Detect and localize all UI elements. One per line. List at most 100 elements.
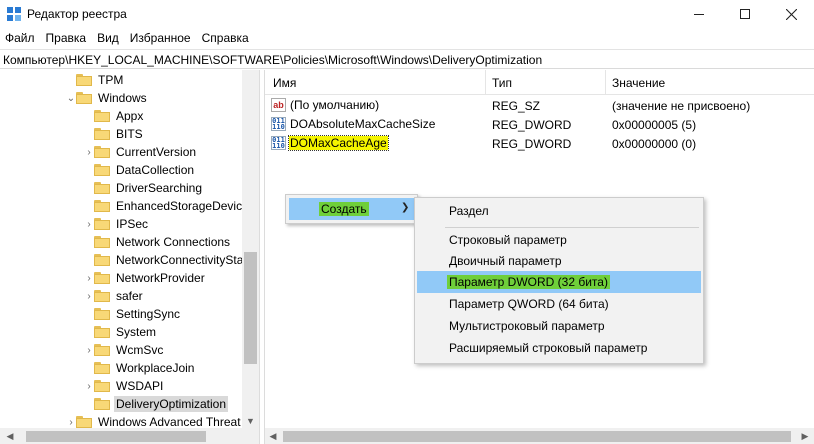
address-bar[interactable]: Компьютер\HKEY_LOCAL_MACHINE\SOFTWARE\Po… — [0, 49, 814, 69]
tree-item-label: DataCollection — [116, 163, 195, 177]
context-menu-create[interactable]: Создать ❯ — [289, 198, 414, 220]
tree-item-label: safer — [116, 289, 143, 303]
menu-view[interactable]: Вид — [92, 29, 125, 48]
scroll-left-arrow-icon[interactable]: ◀ — [4, 429, 16, 443]
submenu-item-expandable-string-value[interactable]: Расширяемый строковый параметр — [417, 337, 701, 359]
menu-edit[interactable]: Правка — [41, 29, 93, 48]
folder-icon — [76, 92, 92, 104]
tree-item-appx[interactable]: Appx — [84, 107, 145, 125]
close-button[interactable] — [768, 0, 814, 28]
folder-icon — [94, 110, 110, 122]
tree-item-label: CurrentVersion — [116, 145, 197, 159]
value-type: REG_DWORD — [492, 137, 572, 151]
value-name: DOMaxCacheAge — [288, 135, 389, 151]
tree-item-label: System — [116, 325, 157, 339]
tree-item-label: EnhancedStorageDevice — [116, 199, 249, 213]
submenu-item-qword-value[interactable]: Параметр QWORD (64 бита) — [417, 293, 701, 315]
folder-icon — [94, 272, 110, 284]
submenu-item-binary-value[interactable]: Двоичный параметр — [417, 250, 701, 272]
tree-item-networkconnectivitystatus[interactable]: NetworkConnectivitySta — [84, 251, 245, 269]
menu-favorites[interactable]: Избранное — [125, 29, 197, 48]
folder-icon — [94, 362, 110, 374]
tree-item-label: NetworkProvider — [116, 271, 205, 285]
tree-item-currentversion[interactable]: › CurrentVersion — [84, 143, 198, 161]
tree-item-tpm[interactable]: TPM — [66, 71, 125, 89]
value-data: (значение не присвоено) — [612, 99, 751, 113]
menu-bar: Файл Правка Вид Избранное Справка — [0, 29, 255, 48]
menu-help[interactable]: Справка — [197, 29, 255, 48]
scroll-down-arrow-icon[interactable]: ▼ — [244, 414, 257, 428]
folder-icon — [94, 164, 110, 176]
tree-horizontal-scroll-thumb[interactable] — [26, 431, 206, 442]
column-type-header[interactable]: Тип — [492, 76, 512, 90]
tree-item-network-connections[interactable]: Network Connections — [84, 233, 232, 251]
chevron-right-icon[interactable]: › — [84, 377, 94, 395]
tree-vertical-scroll-thumb[interactable] — [244, 252, 257, 364]
chevron-right-icon[interactable]: › — [84, 341, 94, 359]
folder-icon — [94, 218, 110, 230]
tree-item-label: SettingSync — [116, 307, 181, 321]
tree-item-system[interactable]: System — [84, 323, 158, 341]
tree-item-label: DriverSearching — [116, 181, 203, 195]
minimize-icon — [694, 13, 704, 15]
address-path[interactable]: Компьютер\HKEY_LOCAL_MACHINE\SOFTWARE\Po… — [3, 53, 542, 67]
tree-item-label: DeliveryOptimization — [114, 396, 229, 412]
menu-file[interactable]: Файл — [0, 29, 41, 48]
tree-item-label: BITS — [116, 127, 143, 141]
submenu-item-dword-value[interactable]: Параметр DWORD (32 бита) — [417, 271, 701, 293]
tree-item-workplacejoin[interactable]: WorkplaceJoin — [84, 359, 196, 377]
tree-item-datacollection[interactable]: DataCollection — [84, 161, 196, 179]
tree-item-deliveryoptimization[interactable]: DeliveryOptimization — [84, 395, 229, 413]
value-row-default[interactable]: ab (По умолчанию) REG_SZ (значение не пр… — [265, 96, 814, 115]
tree-item-wsdapi[interactable]: › WSDAPI — [84, 377, 165, 395]
chevron-right-icon[interactable]: › — [84, 215, 94, 233]
values-horizontal-scroll-thumb[interactable] — [283, 431, 791, 442]
value-row-domaxcacheage[interactable]: 011 110 DOMaxCacheAge REG_DWORD 0x0000000… — [265, 134, 814, 153]
tree-item-wcmsvc[interactable]: › WcmSvc — [84, 341, 165, 359]
tree-item-ipsec[interactable]: › IPSec — [84, 215, 150, 233]
column-name-header[interactable]: Имя — [273, 76, 296, 90]
folder-icon — [76, 74, 92, 86]
tree-item-settingsync[interactable]: SettingSync — [84, 305, 182, 323]
chevron-right-icon[interactable]: › — [84, 269, 94, 287]
submenu-item-string-value[interactable]: Строковый параметр — [417, 229, 701, 251]
tree-item-driversearching[interactable]: DriverSearching — [84, 179, 204, 197]
value-type: REG_DWORD — [492, 118, 572, 132]
title-bar[interactable]: Редактор реестра — [0, 0, 814, 28]
submenu-item-key[interactable]: Раздел — [417, 200, 701, 222]
chevron-right-icon[interactable]: › — [84, 143, 94, 161]
tree-item-label: WorkplaceJoin — [116, 361, 195, 375]
value-row-doabsolutemaxcachesize[interactable]: 011 110 DOAbsoluteMaxCacheSize REG_DWORD … — [265, 115, 814, 134]
tree-item-safer[interactable]: › safer — [84, 287, 145, 305]
tree-item-windows[interactable]: ⌄ Windows — [66, 89, 149, 107]
window-title: Редактор реестра — [27, 7, 127, 21]
tree-item-label: IPSec — [116, 217, 149, 231]
column-data-header[interactable]: Значение — [612, 76, 665, 90]
tree-item-label: Network Connections — [116, 235, 231, 249]
scroll-left-arrow-icon[interactable]: ◀ — [267, 429, 279, 443]
chevron-down-icon[interactable]: ⌄ — [66, 89, 76, 107]
tree-item-enhancedstoragedevices[interactable]: EnhancedStorageDevice — [84, 197, 251, 215]
minimize-button[interactable] — [676, 0, 722, 28]
folder-icon — [94, 236, 110, 248]
context-menu: Создать ❯ — [285, 194, 418, 224]
folder-icon — [76, 416, 92, 428]
tree-item-networkprovider[interactable]: › NetworkProvider — [84, 269, 207, 287]
context-menu-create-label: Создать — [319, 202, 369, 216]
create-submenu: Раздел Строковый параметр Двоичный парам… — [414, 197, 704, 364]
chevron-right-icon[interactable]: › — [84, 287, 94, 305]
value-name: DOAbsoluteMaxCacheSize — [290, 117, 436, 131]
scroll-right-arrow-icon[interactable]: ▶ — [799, 429, 811, 443]
folder-icon — [94, 254, 110, 266]
close-icon — [785, 8, 797, 20]
maximize-button[interactable] — [722, 0, 768, 28]
value-name: (По умолчанию) — [290, 98, 380, 112]
list-header: Имя Тип Значение — [265, 70, 814, 95]
folder-icon — [94, 326, 110, 338]
folder-icon — [94, 182, 110, 194]
tree-item-label: Windows — [98, 91, 147, 105]
submenu-item-multi-string-value[interactable]: Мультистроковый параметр — [417, 315, 701, 337]
tree-vertical-scrollbar[interactable] — [242, 70, 259, 428]
folder-icon — [94, 200, 110, 212]
tree-item-bits[interactable]: BITS — [84, 125, 145, 143]
